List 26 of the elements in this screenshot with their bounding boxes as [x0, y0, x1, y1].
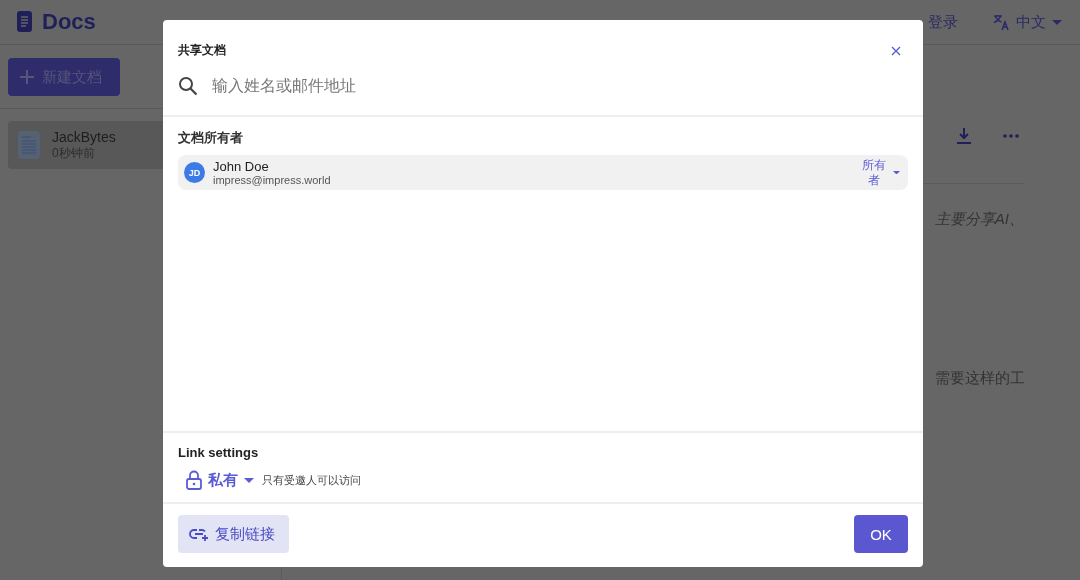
dialog-title: 共享文档 [178, 42, 226, 59]
plus-icon [20, 70, 34, 84]
section-heading: Link settings [178, 445, 260, 460]
document-title: JackBytes [52, 128, 116, 145]
translate-icon [992, 13, 1010, 31]
member-email: impress@impress.world [213, 173, 332, 186]
language-label: 中文 [1016, 12, 1046, 32]
copy-link-button[interactable]: 复制链接 [178, 515, 289, 553]
close-button[interactable] [891, 45, 901, 56]
document-icon [16, 10, 34, 34]
caret-icon [244, 477, 254, 483]
caret-icon [893, 170, 900, 175]
avatar: JD [184, 162, 205, 183]
download-icon[interactable] [956, 127, 972, 145]
role-dropdown[interactable]: 所有者 [861, 157, 900, 188]
link-icon [189, 527, 209, 541]
close-icon [891, 45, 901, 56]
section-heading: 文档所有者 [178, 129, 244, 147]
document-icon [18, 131, 40, 159]
caret-icon [1052, 19, 1062, 25]
app-logo: Docs [42, 9, 96, 35]
search-icon [178, 76, 198, 96]
lock-icon [186, 470, 202, 490]
visibility-description: 只有受邀人可以访问 [262, 472, 361, 488]
ok-button[interactable]: OK [854, 515, 908, 553]
visibility-dropdown[interactable]: 私有 [186, 470, 254, 490]
